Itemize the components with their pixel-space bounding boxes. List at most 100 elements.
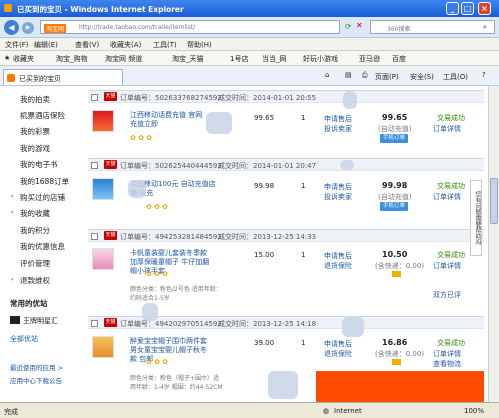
redaction-blob [206, 112, 232, 134]
menu-help[interactable]: 帮助(H) [187, 40, 212, 50]
order-detail-link[interactable]: 订单详情 [433, 349, 461, 359]
service-icons: ✿ ✿ ✿ [146, 270, 169, 278]
minimize-icon[interactable]: _ [446, 2, 459, 15]
product-title[interactable]: 卡帆童装婴儿套装冬季款加厚保暖童帽子 牛仔加翻帽小孩手套 [130, 249, 210, 276]
promo-banner[interactable] [316, 371, 484, 402]
order-checkbox[interactable] [91, 320, 98, 327]
order-detail-link[interactable]: 订单详情 [433, 124, 461, 134]
sidebar-item[interactable]: 我的积分 [20, 225, 50, 236]
total-note: (自动充值) [378, 193, 412, 201]
review-status[interactable]: 双方已评 [433, 290, 461, 300]
fav-item-games[interactable]: 好玩小游戏 [303, 54, 338, 64]
total-price: 99.98 [382, 181, 408, 190]
fav-item-tmall[interactable]: 淘宝_天猫 [172, 54, 204, 64]
total-price: 10.50 [382, 250, 408, 259]
total-note: (含快递：0.00) [375, 350, 425, 358]
order-detail-link[interactable]: 订单详情 [433, 261, 461, 271]
quantity: 1 [301, 251, 306, 259]
maximize-icon[interactable]: □ [461, 2, 474, 15]
fav-item-amazon[interactable]: 亚马逊 [359, 54, 380, 64]
fav-item-taobao-channel[interactable]: 淘宝网 频道 [105, 54, 142, 64]
menu-view[interactable]: 查看(V) [75, 40, 99, 50]
chevron-right-icon: › [11, 276, 14, 283]
fav-item-dangdang[interactable]: 当当_网 [262, 54, 287, 64]
favorites-star-icon[interactable]: ★ [4, 54, 10, 62]
sidebar-item[interactable]: 我的拍卖 [20, 94, 50, 105]
favorites-label[interactable]: 收藏夹 [13, 54, 34, 64]
order-checkbox[interactable] [91, 233, 98, 240]
mobile-order-button[interactable]: 手机订单 [380, 202, 408, 211]
sidebar-item[interactable]: 我的电子书 [20, 159, 58, 170]
search-icon[interactable]: ⌕ [483, 23, 487, 32]
address-bar: ◀ ▶ 淘宝网 http://trade.taobao.com/trade/it… [0, 17, 499, 38]
sidebar-item[interactable]: 我的彩票 [20, 126, 50, 137]
sidebar-item[interactable]: 机票酒店保险 [20, 110, 65, 121]
sidebar-item[interactable]: 我的游戏 [20, 143, 50, 154]
order-checkbox[interactable] [91, 94, 98, 101]
return-insurance-link[interactable]: 退货保险 [324, 349, 352, 359]
product-thumbnail[interactable] [92, 336, 114, 358]
sidebar-item[interactable]: 我的1688订单 [20, 176, 69, 187]
recent-apps-link[interactable]: 最近使用的应用 > [10, 362, 63, 372]
after-sale-link[interactable]: 申请售后 [324, 114, 352, 124]
all-shops-link[interactable]: 全部优站 [10, 334, 38, 344]
sidebar-item[interactable]: 评价管理 [20, 258, 50, 269]
mobile-order-button[interactable]: 手机订单 [380, 134, 408, 143]
order-detail-link[interactable]: 订单详情 [433, 192, 461, 202]
back-icon[interactable]: ◀ [4, 20, 19, 35]
fav-item-yhd[interactable]: 1号店 [230, 54, 248, 64]
shop-logo [10, 316, 20, 324]
scrollbar-thumb[interactable] [490, 178, 498, 224]
page-menu[interactable]: 页面(P) [375, 72, 399, 82]
globe-icon: ◍ [323, 407, 330, 415]
sidebar-item[interactable]: 我的优惠信息 [20, 241, 65, 252]
home-icon[interactable]: ⌂ [325, 71, 329, 79]
tools-menu[interactable]: 工具(O) [443, 72, 468, 82]
close-icon[interactable]: × [478, 2, 491, 15]
payment-icon [392, 271, 401, 277]
help-tip[interactable]: 您有问题需要帮助吗 [470, 180, 482, 256]
search-placeholder: 360搜索 [387, 26, 411, 33]
complain-link[interactable]: 投诉卖家 [324, 192, 352, 202]
tab-active[interactable]: 已买到的宝贝 [3, 69, 123, 85]
url-field[interactable]: 淘宝网 http://trade.taobao.com/trade/itemli… [40, 20, 340, 34]
sidebar-item[interactable]: 购买过的店铺 [20, 192, 65, 203]
vertical-scrollbar[interactable] [488, 86, 499, 402]
unit-price: 15.00 [254, 251, 275, 259]
after-sale-link[interactable]: 申请售后 [324, 251, 352, 261]
sidebar-item[interactable]: 退款维权 [20, 275, 50, 286]
feeds-icon[interactable]: ▤ [345, 71, 352, 79]
order-checkbox[interactable] [91, 162, 98, 169]
menu-favorites[interactable]: 收藏夹(A) [110, 40, 141, 50]
product-title[interactable]: 江西移动话费充值 官网充值立即 [130, 111, 208, 129]
product-spec: 用年龄：1-4岁 帽围：约44-52CM [130, 384, 223, 391]
unit-price: 39.00 [254, 339, 275, 347]
return-insurance-link[interactable]: 退货保险 [324, 261, 352, 271]
forward-icon[interactable]: ▶ [22, 22, 34, 34]
product-title[interactable]: 醉爱宝宝帽子围巾两件套男女童宝宝婴儿帽子秋冬款 包邮 [130, 337, 210, 364]
complain-link[interactable]: 投诉卖家 [324, 124, 352, 134]
print-icon[interactable]: ⎙ [362, 71, 368, 80]
menu-edit[interactable]: 编辑(E) [34, 40, 58, 50]
sidebar-item[interactable]: 我的收藏 [20, 208, 50, 219]
zoom-text[interactable]: 100% [464, 407, 484, 415]
order-time: 成交时间：2014-01-01 20:55 [218, 94, 317, 102]
product-thumbnail[interactable] [92, 248, 114, 270]
menu-file[interactable]: 文件(F) [5, 40, 29, 50]
refresh-icon[interactable]: ⟳ [345, 22, 352, 31]
redaction-blob [343, 91, 357, 109]
product-thumbnail[interactable] [92, 178, 114, 200]
search-input[interactable]: 360搜索 ⌕ [370, 20, 495, 34]
fav-item-baidu[interactable]: 百度 [392, 54, 406, 64]
fav-item-taobao[interactable]: 淘宝_购物 [56, 54, 88, 64]
logistics-link[interactable]: 查看物流 [433, 359, 461, 369]
after-sale-link[interactable]: 申请售后 [324, 339, 352, 349]
menu-tools[interactable]: 工具(T) [153, 40, 177, 50]
after-sale-link[interactable]: 申请售后 [324, 182, 352, 192]
shop-name[interactable]: 王牌明星汇 [23, 316, 58, 326]
help-icon[interactable]: ? [482, 71, 486, 79]
app-center-link[interactable]: 应用中心下载公告 [10, 375, 62, 385]
safety-menu[interactable]: 安全(S) [410, 72, 434, 82]
product-thumbnail[interactable] [92, 110, 114, 132]
stop-icon[interactable]: ✕ [356, 21, 363, 30]
